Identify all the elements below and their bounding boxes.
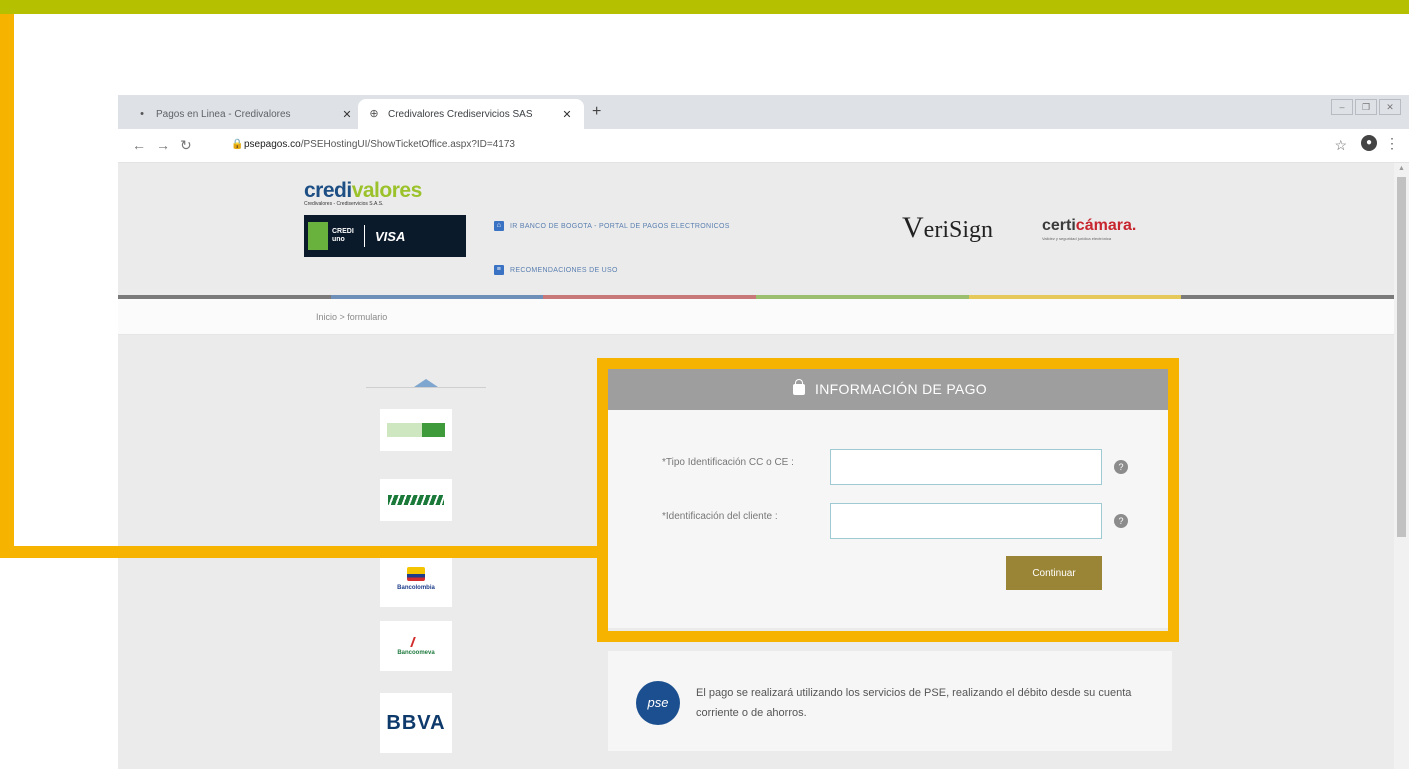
bank-name: Bancolombia xyxy=(397,585,435,591)
highlight-box-top xyxy=(597,358,1179,369)
tab-close-icon[interactable]: ✕ xyxy=(560,108,574,121)
payment-info-panel: INFORMACIÓN DE PAGO *Tipo Identificación… xyxy=(608,368,1172,628)
lock-icon xyxy=(793,378,806,395)
pse-logo: pse xyxy=(636,681,680,725)
back-arrow-icon[interactable]: ← xyxy=(132,137,146,153)
highlight-box-right xyxy=(1168,358,1179,642)
bookmark-star-icon[interactable]: ☆ xyxy=(1334,137,1347,154)
url-host: psepagos.co xyxy=(244,139,301,150)
bank-logo-mark xyxy=(388,495,444,505)
bancolombia-flag-icon xyxy=(407,567,425,581)
portal-pagos-link[interactable]: ⌂ ir banco de bogota - portal de pagos e… xyxy=(494,221,730,231)
window-controls: – ❐ ✕ xyxy=(1331,99,1401,115)
bancoomeva-mark-icon xyxy=(410,636,422,647)
help-icon[interactable]: ? xyxy=(1114,514,1128,528)
carousel-divider xyxy=(366,387,486,388)
scroll-up-arrow-icon[interactable]: ▲ xyxy=(1398,165,1405,172)
tab-close-icon[interactable]: ✕ xyxy=(340,108,354,121)
tab-bar: • Pagos en Linea - Credivalores ✕ ⊕ Cred… xyxy=(118,95,1409,129)
recomendaciones-link[interactable]: ≡ RECOMENDACIONES DE USO xyxy=(494,265,618,275)
bank-name: Bancoomeva xyxy=(397,649,435,656)
certicamara-logo: certicámara. Validez y seguridad jurídic… xyxy=(1042,217,1137,241)
portal-link-label: ir banco de bogota - portal de pagos ele… xyxy=(510,222,730,230)
payment-panel-header: INFORMACIÓN DE PAGO xyxy=(608,368,1172,410)
help-icon[interactable]: ? xyxy=(1114,460,1128,474)
card-separator xyxy=(364,225,365,247)
client-id-input[interactable] xyxy=(830,503,1102,539)
highlight-box-bottom xyxy=(597,631,1179,642)
breadcrumb[interactable]: Inicio > formulario xyxy=(316,312,387,322)
address-bar: ← → ↻ 🔒 psepagos.co/PSEHostingUI/ShowTic… xyxy=(118,129,1409,163)
menu-kebab-icon[interactable]: ⋮ xyxy=(1385,135,1399,152)
credi-uno-visa-card: CREDI uno VISA xyxy=(304,215,466,257)
carousel-up-arrow-icon[interactable] xyxy=(414,379,438,387)
pse-notice-text: El pago se realizará utilizando los serv… xyxy=(696,687,1132,719)
url-field[interactable]: psepagos.co/PSEHostingUI/ShowTicketOffic… xyxy=(244,139,515,150)
forward-arrow-icon[interactable]: → xyxy=(156,137,170,153)
restore-icon[interactable]: ❐ xyxy=(1355,99,1377,115)
url-path: /PSEHostingUI/ShowTicketOffice.aspx?ID=4… xyxy=(300,139,515,150)
globe-icon: ⊕ xyxy=(369,108,379,120)
credivalores-logo[interactable]: credivalores Credivalores - Crediservici… xyxy=(304,179,466,263)
page-viewport: credivalores Credivalores - Crediservici… xyxy=(118,163,1409,769)
lock-icon[interactable]: 🔒 xyxy=(231,139,243,150)
card-credi-uno-label: CREDI uno xyxy=(332,228,354,243)
highlight-callout-connector xyxy=(0,546,604,558)
continue-button[interactable]: Continuar xyxy=(1006,556,1102,590)
site-header: credivalores Credivalores - Crediservici… xyxy=(118,163,1395,299)
close-window-icon[interactable]: ✕ xyxy=(1379,99,1401,115)
tab-pagos-en-linea[interactable]: • Pagos en Linea - Credivalores ✕ xyxy=(126,99,364,129)
card-green-block xyxy=(308,222,328,250)
recomendaciones-label: RECOMENDACIONES DE USO xyxy=(510,266,618,274)
page-scrollbar[interactable]: ▲ xyxy=(1394,163,1409,769)
verisign-logo: VeriSign xyxy=(902,211,993,244)
home-icon: ⌂ xyxy=(494,221,504,231)
reload-icon[interactable]: ↻ xyxy=(180,137,192,154)
minimize-icon[interactable]: – xyxy=(1331,99,1353,115)
bank-logo-caja-social[interactable] xyxy=(380,409,452,451)
id-type-label: *Tipo Identificación CC o CE : xyxy=(662,457,794,468)
browser-window: • Pagos en Linea - Credivalores ✕ ⊕ Cred… xyxy=(118,95,1409,769)
bank-logo-bogota[interactable] xyxy=(380,479,452,521)
tab-credivalores-active[interactable]: ⊕ Credivalores Crediservicios SAS ✕ xyxy=(358,99,584,129)
brand-name: credivalores xyxy=(304,179,422,202)
highlight-callout-left xyxy=(0,14,14,552)
tab-label: Pagos en Linea - Credivalores xyxy=(156,108,291,120)
document-icon: ≡ xyxy=(494,265,504,275)
tab-favicon-icon: • xyxy=(140,108,144,120)
profile-avatar-icon[interactable]: ● xyxy=(1361,135,1377,151)
bank-logo-mark xyxy=(387,423,445,437)
client-id-label: *Identificación del cliente : xyxy=(662,511,778,522)
payment-panel-title: INFORMACIÓN DE PAGO xyxy=(815,381,987,397)
highlight-box-left xyxy=(597,358,608,642)
bank-logo-bancolombia[interactable]: Bancolombia xyxy=(380,551,452,607)
breadcrumb-bar: Inicio > formulario xyxy=(118,299,1394,335)
visa-logo: VISA xyxy=(375,228,406,244)
bank-name: BBVA xyxy=(386,711,446,734)
pse-notice: pse El pago se realizará utilizando los … xyxy=(608,651,1172,751)
bank-logo-bbva[interactable]: BBVA xyxy=(380,693,452,753)
id-type-input[interactable] xyxy=(830,449,1102,485)
top-color-band xyxy=(0,0,1409,14)
scroll-thumb[interactable] xyxy=(1397,177,1406,537)
screenshot-stage: • Pagos en Linea - Credivalores ✕ ⊕ Cred… xyxy=(0,0,1409,769)
tab-label: Credivalores Crediservicios SAS xyxy=(388,108,533,120)
bank-logo-bancoomeva[interactable]: Bancoomeva xyxy=(380,621,452,671)
new-tab-button[interactable]: + xyxy=(592,103,601,121)
